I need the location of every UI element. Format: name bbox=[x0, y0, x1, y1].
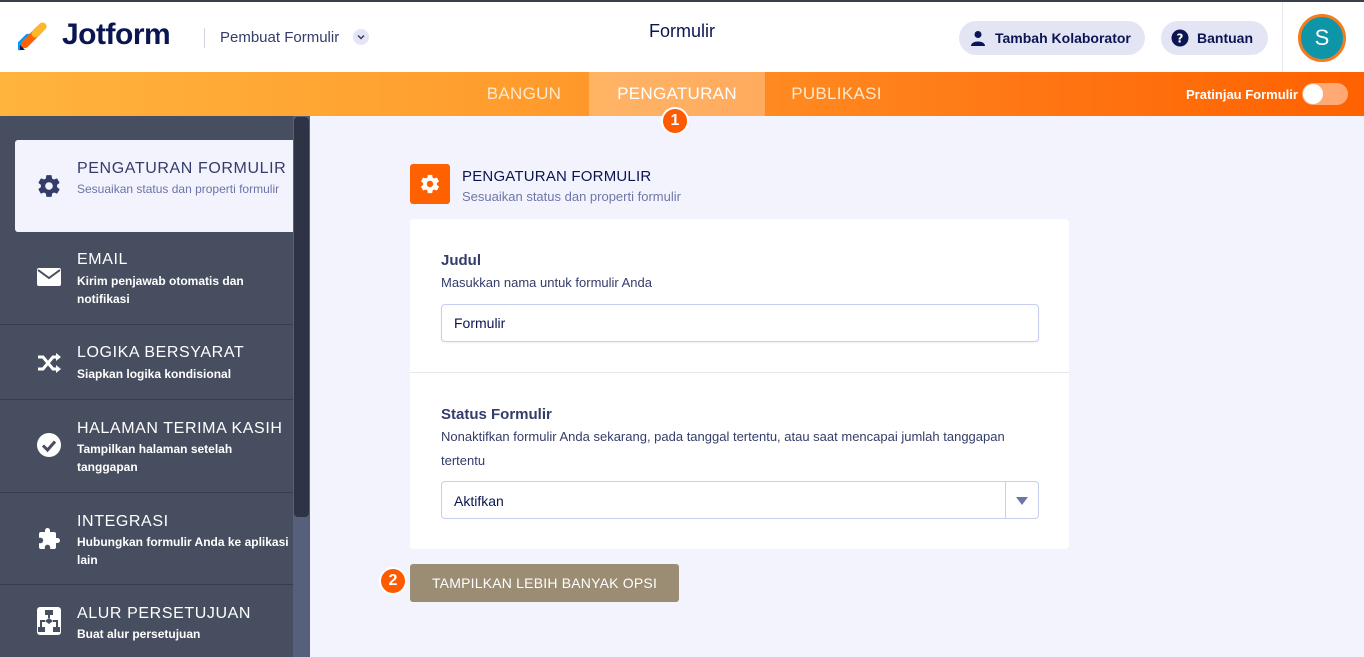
show-more-options-button[interactable]: TAMPILKAN LEBIH BANYAK OPSI bbox=[410, 564, 679, 602]
sidebar-item-conditional-logic[interactable]: LOGIKA BERSYARAT Siapkan logika kondisio… bbox=[0, 325, 293, 400]
select-separator bbox=[1005, 482, 1006, 518]
card-divider bbox=[410, 372, 1069, 373]
help-button[interactable]: ? Bantuan bbox=[1161, 21, 1268, 55]
tab-publish[interactable]: PUBLIKASI bbox=[779, 72, 894, 116]
sidebar-item-title: HALAMAN TERIMA KASIH bbox=[77, 420, 283, 437]
user-icon bbox=[969, 29, 987, 47]
step-badge-1: 1 bbox=[661, 107, 689, 135]
sidebar-item-title: LOGIKA BERSYARAT bbox=[77, 344, 245, 361]
settings-section-gear-icon bbox=[410, 164, 450, 204]
gear-icon bbox=[34, 171, 64, 201]
add-collaborator-label: Tambah Kolaborator bbox=[995, 30, 1131, 46]
form-title-input[interactable] bbox=[441, 304, 1039, 342]
header-separator bbox=[1282, 2, 1283, 72]
user-avatar[interactable]: S bbox=[1298, 14, 1346, 62]
sidebar-item-title: PENGATURAN FORMULIR bbox=[77, 160, 287, 177]
sidebar-item-title: EMAIL bbox=[77, 251, 129, 268]
envelope-icon bbox=[34, 262, 64, 292]
brand-name[interactable]: Jotform bbox=[62, 18, 171, 52]
sidebar-item-title: INTEGRASI bbox=[77, 513, 169, 530]
help-label: Bantuan bbox=[1197, 30, 1253, 46]
settings-sidebar: PENGATURAN FORMULIR Sesuaikan status dan… bbox=[0, 116, 310, 657]
form-preview-toggle[interactable] bbox=[1302, 83, 1348, 105]
check-circle-icon bbox=[34, 430, 64, 460]
sidebar-item-email[interactable]: EMAIL Kirim penjawab otomatis dan notifi… bbox=[0, 232, 293, 325]
sidebar-item-desc: Tampilkan halaman setelah tanggapan bbox=[77, 442, 233, 474]
tab-build[interactable]: BANGUN bbox=[472, 72, 576, 116]
header-divider bbox=[204, 28, 205, 48]
sidebar-item-desc: Siapkan logika kondisional bbox=[77, 367, 232, 381]
form-status-select[interactable]: Aktifkan bbox=[441, 481, 1039, 519]
chevron-down-icon[interactable] bbox=[353, 29, 369, 45]
status-field-label: Status Formulir bbox=[441, 406, 552, 423]
sidebar-item-title: ALUR PERSETUJUAN bbox=[77, 605, 252, 622]
status-field-help: Nonaktifkan formulir Anda sekarang, pada… bbox=[441, 429, 1005, 468]
sidebar-item-thank-you-page[interactable]: HALAMAN TERIMA KASIH Tampilkan halaman s… bbox=[0, 400, 293, 493]
sidebar-item-desc: Sesuaikan status dan properti formulir bbox=[77, 182, 280, 196]
sidebar-item-desc: Hubungkan formulir Anda ke aplikasi lain bbox=[77, 535, 289, 567]
caret-down-icon[interactable] bbox=[1016, 497, 1028, 505]
section-subtitle: Sesuaikan status dan properti formulir bbox=[462, 189, 681, 204]
jotform-logo-icon[interactable] bbox=[18, 19, 50, 51]
form-status-value: Aktifkan bbox=[454, 493, 504, 509]
puzzle-icon bbox=[34, 524, 64, 554]
step-badge-2: 2 bbox=[379, 567, 407, 595]
sidebar-scrollbar-thumb[interactable] bbox=[294, 117, 309, 517]
top-header: Jotform Pembuat Formulir Formulir Tambah… bbox=[0, 0, 1364, 72]
question-circle-icon: ? bbox=[1171, 29, 1189, 47]
section-title: PENGATURAN FORMULIR bbox=[462, 168, 652, 185]
form-builder-dropdown[interactable]: Pembuat Formulir bbox=[220, 29, 339, 46]
shuffle-icon bbox=[34, 348, 64, 378]
title-field-help: Masukkan nama untuk formulir Anda bbox=[441, 275, 652, 290]
sidebar-item-integrations[interactable]: INTEGRASI Hubungkan formulir Anda ke apl… bbox=[0, 493, 293, 585]
toggle-knob bbox=[1303, 84, 1323, 104]
sidebar-item-desc: Buat alur persetujuan bbox=[77, 627, 201, 641]
sidebar-item-form-settings[interactable]: PENGATURAN FORMULIR Sesuaikan status dan… bbox=[15, 140, 293, 232]
add-collaborator-button[interactable]: Tambah Kolaborator bbox=[959, 21, 1145, 55]
sidebar-item-approval-flow[interactable]: ALUR PERSETUJUAN Buat alur persetujuan bbox=[0, 585, 293, 657]
sidebar-item-desc: Kirim penjawab otomatis dan notifikasi bbox=[77, 274, 244, 306]
title-field-label: Judul bbox=[441, 252, 481, 269]
flowchart-icon bbox=[34, 606, 64, 636]
form-preview-label: Pratinjau Formulir bbox=[1186, 87, 1298, 102]
svg-text:?: ? bbox=[1177, 32, 1184, 46]
